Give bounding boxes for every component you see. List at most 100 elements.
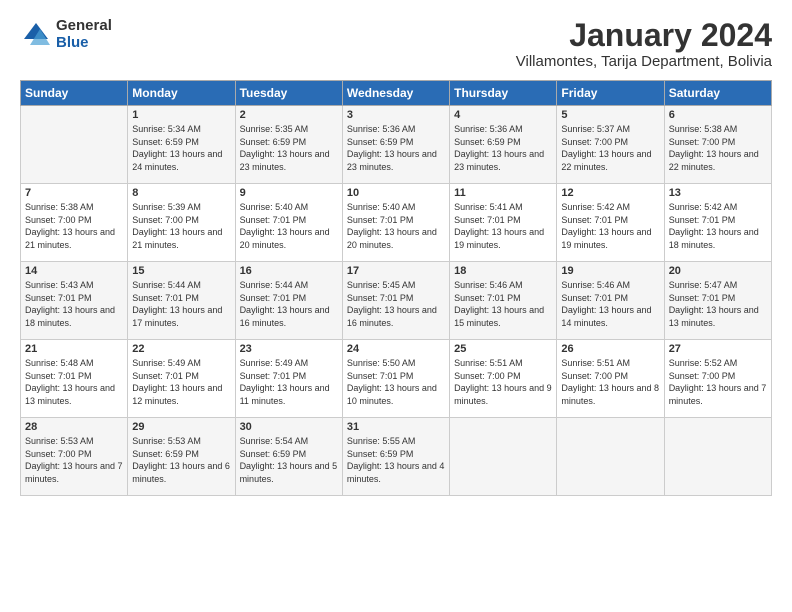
calendar-cell-w1d5: 4 Sunrise: 5:36 AMSunset: 6:59 PMDaylight… xyxy=(450,106,557,184)
header-tuesday: Tuesday xyxy=(235,81,342,106)
calendar-cell-w3d7: 20Sunrise: 5:47 AMSunset: 7:01 PMDayligh… xyxy=(664,262,771,340)
logo-text: General Blue xyxy=(56,18,112,51)
calendar-cell-w4d6: 26Sunrise: 5:51 AMSunset: 7:00 PMDayligh… xyxy=(557,340,664,418)
location-title: Villamontes, Tarija Department, Bolivia xyxy=(516,53,772,70)
day-number: 7 xyxy=(25,187,123,199)
day-info: Sunrise: 5:42 AMSunset: 7:01 PMDaylight:… xyxy=(561,201,659,251)
header-monday: Monday xyxy=(128,81,235,106)
day-info: Sunrise: 5:35 AMSunset: 6:59 PMDaylight:… xyxy=(240,123,338,173)
calendar-week-row-2: 7 Sunrise: 5:38 AMSunset: 7:00 PMDaylight… xyxy=(21,184,772,262)
day-info: Sunrise: 5:34 AMSunset: 6:59 PMDaylight:… xyxy=(132,123,230,173)
day-info: Sunrise: 5:44 AMSunset: 7:01 PMDaylight:… xyxy=(240,279,338,329)
day-info: Sunrise: 5:41 AMSunset: 7:01 PMDaylight:… xyxy=(454,201,552,251)
header-friday: Friday xyxy=(557,81,664,106)
day-info: Sunrise: 5:36 AMSunset: 6:59 PMDaylight:… xyxy=(347,123,445,173)
calendar-cell-w3d5: 18 Sunrise: 5:46 AMSunset: 7:01 PMDayligh… xyxy=(450,262,557,340)
day-info: Sunrise: 5:46 AMSunset: 7:01 PMDaylight:… xyxy=(561,279,659,329)
calendar-cell-w5d5 xyxy=(450,418,557,496)
calendar-cell-w5d6 xyxy=(557,418,664,496)
day-info: Sunrise: 5:53 AMSunset: 7:00 PMDaylight:… xyxy=(25,435,123,485)
calendar-cell-w1d3: 2 Sunrise: 5:35 AMSunset: 6:59 PMDaylight… xyxy=(235,106,342,184)
day-number: 14 xyxy=(25,265,123,277)
day-number: 23 xyxy=(240,343,338,355)
calendar-cell-w4d5: 25Sunrise: 5:51 AMSunset: 7:00 PMDayligh… xyxy=(450,340,557,418)
day-info: Sunrise: 5:51 AMSunset: 7:00 PMDaylight:… xyxy=(561,357,659,407)
day-info: Sunrise: 5:36 AMSunset: 6:59 PMDaylight:… xyxy=(454,123,552,173)
calendar-cell-w4d2: 22 Sunrise: 5:49 AMSunset: 7:01 PMDayligh… xyxy=(128,340,235,418)
day-number: 12 xyxy=(561,187,659,199)
day-info: Sunrise: 5:38 AMSunset: 7:00 PMDaylight:… xyxy=(25,201,123,251)
day-number: 1 xyxy=(132,109,230,121)
calendar-week-row-5: 28 Sunrise: 5:53 AMSunset: 7:00 PMDayligh… xyxy=(21,418,772,496)
day-number: 6 xyxy=(669,109,767,121)
day-number: 27 xyxy=(669,343,767,355)
calendar-cell-w4d7: 27 Sunrise: 5:52 AMSunset: 7:00 PMDayligh… xyxy=(664,340,771,418)
calendar-cell-w2d2: 8Sunrise: 5:39 AMSunset: 7:00 PMDaylight… xyxy=(128,184,235,262)
day-number: 19 xyxy=(561,265,659,277)
day-number: 10 xyxy=(347,187,445,199)
day-number: 21 xyxy=(25,343,123,355)
day-number: 22 xyxy=(132,343,230,355)
day-number: 11 xyxy=(454,187,552,199)
calendar-cell-w3d4: 17 Sunrise: 5:45 AMSunset: 7:01 PMDayligh… xyxy=(342,262,449,340)
day-number: 8 xyxy=(132,187,230,199)
calendar-cell-w2d7: 13 Sunrise: 5:42 AMSunset: 7:01 PMDayligh… xyxy=(664,184,771,262)
day-number: 3 xyxy=(347,109,445,121)
day-info: Sunrise: 5:42 AMSunset: 7:01 PMDaylight:… xyxy=(669,201,767,251)
day-info: Sunrise: 5:45 AMSunset: 7:01 PMDaylight:… xyxy=(347,279,445,329)
calendar-cell-w1d2: 1 Sunrise: 5:34 AMSunset: 6:59 PMDaylight… xyxy=(128,106,235,184)
day-info: Sunrise: 5:55 AMSunset: 6:59 PMDaylight:… xyxy=(347,435,445,485)
header-thursday: Thursday xyxy=(450,81,557,106)
day-info: Sunrise: 5:49 AMSunset: 7:01 PMDaylight:… xyxy=(132,357,230,407)
calendar-cell-w5d4: 31 Sunrise: 5:55 AMSunset: 6:59 PMDayligh… xyxy=(342,418,449,496)
day-number: 4 xyxy=(454,109,552,121)
day-info: Sunrise: 5:38 AMSunset: 7:00 PMDaylight:… xyxy=(669,123,767,173)
day-number: 28 xyxy=(25,421,123,433)
logo-general-text: General xyxy=(56,18,112,35)
day-info: Sunrise: 5:43 AMSunset: 7:01 PMDaylight:… xyxy=(25,279,123,329)
day-info: Sunrise: 5:51 AMSunset: 7:00 PMDaylight:… xyxy=(454,357,552,407)
header-wednesday: Wednesday xyxy=(342,81,449,106)
calendar-cell-w5d1: 28 Sunrise: 5:53 AMSunset: 7:00 PMDayligh… xyxy=(21,418,128,496)
page: General Blue January 2024 Villamontes, T… xyxy=(0,0,792,506)
calendar-cell-w2d6: 12 Sunrise: 5:42 AMSunset: 7:01 PMDayligh… xyxy=(557,184,664,262)
calendar-cell-w1d7: 6 Sunrise: 5:38 AMSunset: 7:00 PMDaylight… xyxy=(664,106,771,184)
title-block: January 2024 Villamontes, Tarija Departm… xyxy=(516,18,772,70)
day-number: 16 xyxy=(240,265,338,277)
header-sunday: Sunday xyxy=(21,81,128,106)
day-info: Sunrise: 5:44 AMSunset: 7:01 PMDaylight:… xyxy=(132,279,230,329)
day-number: 17 xyxy=(347,265,445,277)
calendar-week-row-1: 1 Sunrise: 5:34 AMSunset: 6:59 PMDaylight… xyxy=(21,106,772,184)
day-number: 9 xyxy=(240,187,338,199)
day-number: 13 xyxy=(669,187,767,199)
calendar-cell-w2d1: 7 Sunrise: 5:38 AMSunset: 7:00 PMDaylight… xyxy=(21,184,128,262)
day-number: 2 xyxy=(240,109,338,121)
calendar-cell-w3d2: 15Sunrise: 5:44 AMSunset: 7:01 PMDayligh… xyxy=(128,262,235,340)
calendar-week-row-3: 14 Sunrise: 5:43 AMSunset: 7:01 PMDayligh… xyxy=(21,262,772,340)
day-info: Sunrise: 5:50 AMSunset: 7:01 PMDaylight:… xyxy=(347,357,445,407)
day-number: 29 xyxy=(132,421,230,433)
calendar-week-row-4: 21 Sunrise: 5:48 AMSunset: 7:01 PMDayligh… xyxy=(21,340,772,418)
calendar-cell-w5d2: 29 Sunrise: 5:53 AMSunset: 6:59 PMDayligh… xyxy=(128,418,235,496)
header-saturday: Saturday xyxy=(664,81,771,106)
day-number: 31 xyxy=(347,421,445,433)
calendar-header-row: Sunday Monday Tuesday Wednesday Thursday… xyxy=(21,81,772,106)
calendar-cell-w3d1: 14 Sunrise: 5:43 AMSunset: 7:01 PMDayligh… xyxy=(21,262,128,340)
calendar-cell-w5d3: 30Sunrise: 5:54 AMSunset: 6:59 PMDayligh… xyxy=(235,418,342,496)
calendar-cell-w1d1 xyxy=(21,106,128,184)
logo-blue-text: Blue xyxy=(56,35,112,52)
day-info: Sunrise: 5:46 AMSunset: 7:01 PMDaylight:… xyxy=(454,279,552,329)
calendar-cell-w1d4: 3 Sunrise: 5:36 AMSunset: 6:59 PMDaylight… xyxy=(342,106,449,184)
calendar-cell-w5d7 xyxy=(664,418,771,496)
day-info: Sunrise: 5:53 AMSunset: 6:59 PMDaylight:… xyxy=(132,435,230,485)
day-info: Sunrise: 5:48 AMSunset: 7:01 PMDaylight:… xyxy=(25,357,123,407)
calendar-cell-w4d3: 23Sunrise: 5:49 AMSunset: 7:01 PMDayligh… xyxy=(235,340,342,418)
calendar-cell-w2d4: 10Sunrise: 5:40 AMSunset: 7:01 PMDayligh… xyxy=(342,184,449,262)
day-info: Sunrise: 5:52 AMSunset: 7:00 PMDaylight:… xyxy=(669,357,767,407)
day-info: Sunrise: 5:37 AMSunset: 7:00 PMDaylight:… xyxy=(561,123,659,173)
day-number: 18 xyxy=(454,265,552,277)
day-number: 20 xyxy=(669,265,767,277)
day-info: Sunrise: 5:54 AMSunset: 6:59 PMDaylight:… xyxy=(240,435,338,485)
calendar-cell-w1d6: 5Sunrise: 5:37 AMSunset: 7:00 PMDaylight… xyxy=(557,106,664,184)
day-info: Sunrise: 5:40 AMSunset: 7:01 PMDaylight:… xyxy=(240,201,338,251)
